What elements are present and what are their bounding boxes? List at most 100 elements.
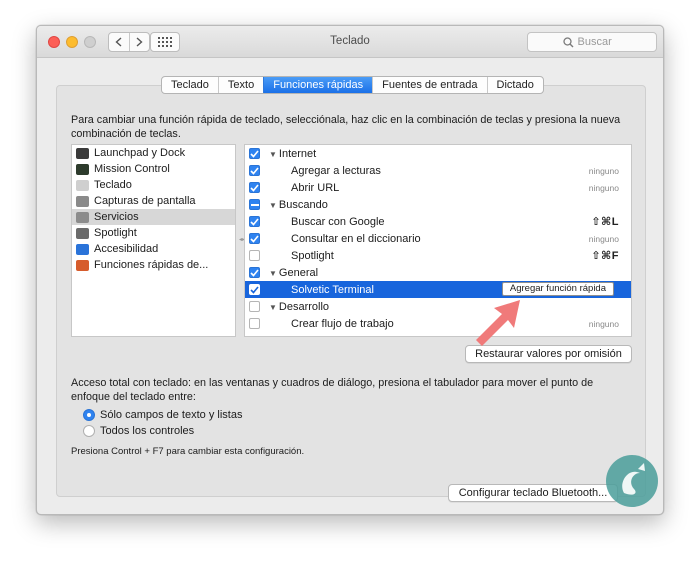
category-label: Funciones rápidas de... [94, 259, 209, 271]
shortcut-row[interactable]: Agregar a lecturas ninguno [245, 162, 631, 179]
shortcut-group: ▼ Internet [269, 148, 316, 160]
control-f7-hint: Presiona Control + F7 para cambiar esta … [71, 446, 305, 457]
keyboard-icon [76, 179, 89, 191]
category-label: Teclado [94, 179, 132, 191]
group-label: Buscando [278, 198, 328, 211]
shortcut-label: Abrir URL [291, 181, 340, 194]
shortcut-checkbox[interactable] [249, 284, 260, 295]
category-item[interactable]: Mission Control [72, 161, 235, 177]
search-field[interactable] [527, 32, 657, 52]
shortcut-key[interactable]: ⇧⌘L [591, 215, 619, 228]
category-item[interactable]: Teclado [72, 177, 235, 193]
shortcut-list[interactable]: ▼ Internet Agregar a lecturas ninguno Abrir … [244, 144, 632, 337]
disclosure-triangle-icon[interactable]: ▼ [269, 303, 277, 312]
shortcut-checkbox[interactable] [249, 301, 260, 312]
checkmark-icon [250, 183, 259, 192]
shortcut-row[interactable]: Crear flujo de trabajo ninguno [245, 315, 631, 332]
annotation-arrow-icon [476, 300, 520, 346]
category-list[interactable]: Launchpad y Dock Mission Control Teclado Ca… [71, 144, 236, 337]
shortcut-checkbox[interactable] [249, 318, 260, 329]
category-item[interactable]: Funciones rápidas de... [72, 257, 235, 273]
checkmark-icon [250, 217, 259, 226]
disclosure-triangle-icon[interactable]: ▼ [269, 269, 277, 278]
tab-bar: Teclado Texto Funciones rápidas Fuentes de … [161, 76, 544, 94]
category-label: Spotlight [94, 227, 137, 239]
shortcut-group-row[interactable]: ▼ Desarrollo [245, 298, 631, 315]
shortcut-label: Solvetic Terminal [291, 283, 374, 296]
shortcut-checkbox[interactable] [249, 233, 260, 244]
spotlight-icon [76, 227, 89, 239]
search-icon [562, 36, 573, 47]
shortcut-key[interactable]: ninguno [589, 234, 619, 244]
instructions-text: Para cambiar una función rápida de tecla… [71, 114, 621, 140]
shortcut-row[interactable]: Buscar con Google ⇧⌘L [245, 213, 631, 230]
shortcut-group: ▼ Buscando [269, 199, 328, 211]
mixed-state-icon [250, 203, 259, 206]
mission-control-icon [76, 163, 89, 175]
group-label: General [278, 266, 319, 279]
checkmark-icon [250, 149, 259, 158]
category-item[interactable]: Spotlight [72, 225, 235, 241]
shortcut-checkbox[interactable] [249, 182, 260, 193]
radio-button[interactable] [83, 425, 95, 437]
radio-label: Todos los controles [100, 425, 195, 437]
category-label: Accesibilidad [94, 243, 159, 255]
checkmark-icon [250, 234, 259, 243]
category-item[interactable]: Accesibilidad [72, 241, 235, 257]
full-keyboard-access-text: Acceso total con teclado: en las ventana… [71, 377, 594, 403]
shortcut-group: ▼ General [269, 267, 318, 279]
category-item[interactable]: Servicios [72, 209, 235, 225]
shortcut-checkbox[interactable] [249, 250, 260, 261]
shortcut-key[interactable]: ninguno [589, 183, 619, 193]
accessibility-icon [76, 243, 89, 255]
radio-button[interactable] [83, 409, 95, 421]
disclosure-triangle-icon[interactable]: ▼ [269, 150, 277, 159]
disclosure-triangle-icon[interactable]: ▼ [269, 201, 277, 210]
shortcut-label: Agregar a lecturas [291, 164, 381, 177]
checkmark-icon [250, 166, 259, 175]
category-label: Mission Control [94, 163, 170, 175]
tab-teclado[interactable]: Teclado [162, 77, 218, 93]
shortcut-checkbox[interactable] [249, 267, 260, 278]
tab-texto[interactable]: Texto [217, 77, 263, 93]
shortcut-group-row[interactable]: ▼ Internet [245, 145, 631, 162]
shortcut-checkbox[interactable] [249, 216, 260, 227]
shortcut-label: Buscar con Google [291, 215, 385, 228]
radio-text-fields-only[interactable]: Sólo campos de texto y listas [83, 408, 242, 422]
checkmark-icon [250, 268, 259, 277]
shortcut-key[interactable]: ninguno [589, 166, 619, 176]
shortcut-row[interactable]: Abrir URL ninguno [245, 179, 631, 196]
shortcut-label: Crear flujo de trabajo [291, 317, 394, 330]
search-input[interactable] [577, 36, 622, 48]
shortcut-checkbox[interactable] [249, 148, 260, 159]
title-bar: Teclado [37, 26, 663, 58]
shortcut-row[interactable]: Spotlight ⇧⌘F [245, 247, 631, 264]
screenshot-icon [76, 195, 89, 207]
bluetooth-keyboard-button[interactable]: Configurar teclado Bluetooth... [448, 484, 618, 502]
watermark-logo-icon [606, 455, 658, 507]
shortcut-key[interactable]: ⇧⌘F [591, 249, 619, 262]
radio-all-controls[interactable]: Todos los controles [83, 424, 194, 438]
category-label: Launchpad y Dock [94, 147, 186, 159]
shortcut-checkbox[interactable] [249, 165, 260, 176]
shortcut-group-row[interactable]: ▼ General [245, 264, 631, 281]
category-item[interactable]: Launchpad y Dock [72, 145, 235, 161]
list-splitter[interactable]: ◂▸ [237, 144, 245, 337]
shortcut-row[interactable]: Solvetic Terminal Agregar función rápida [245, 281, 631, 298]
category-item[interactable]: Capturas de pantalla [72, 193, 235, 209]
tab-dictado[interactable]: Dictado [486, 77, 543, 93]
gear-icon [76, 211, 89, 223]
shortcut-key[interactable]: ninguno [589, 319, 619, 329]
tab-fuentes-de-entrada[interactable]: Fuentes de entrada [372, 77, 486, 93]
tab-funciones-r-pidas[interactable]: Funciones rápidas [263, 77, 373, 93]
shortcut-group-row[interactable]: ▼ Buscando [245, 196, 631, 213]
group-label: Desarrollo [278, 300, 330, 313]
shortcut-label: Spotlight [291, 249, 334, 262]
shortcut-row[interactable]: Consultar en el diccionario ninguno [245, 230, 631, 247]
shortcut-label: Consultar en el diccionario [291, 232, 421, 245]
radio-label: Sólo campos de texto y listas [100, 409, 243, 421]
group-label: Internet [278, 147, 317, 160]
shortcut-checkbox[interactable] [249, 199, 260, 210]
shortcut-group: ▼ Desarrollo [269, 301, 329, 313]
add-shortcut-button[interactable]: Agregar función rápida [501, 282, 614, 296]
